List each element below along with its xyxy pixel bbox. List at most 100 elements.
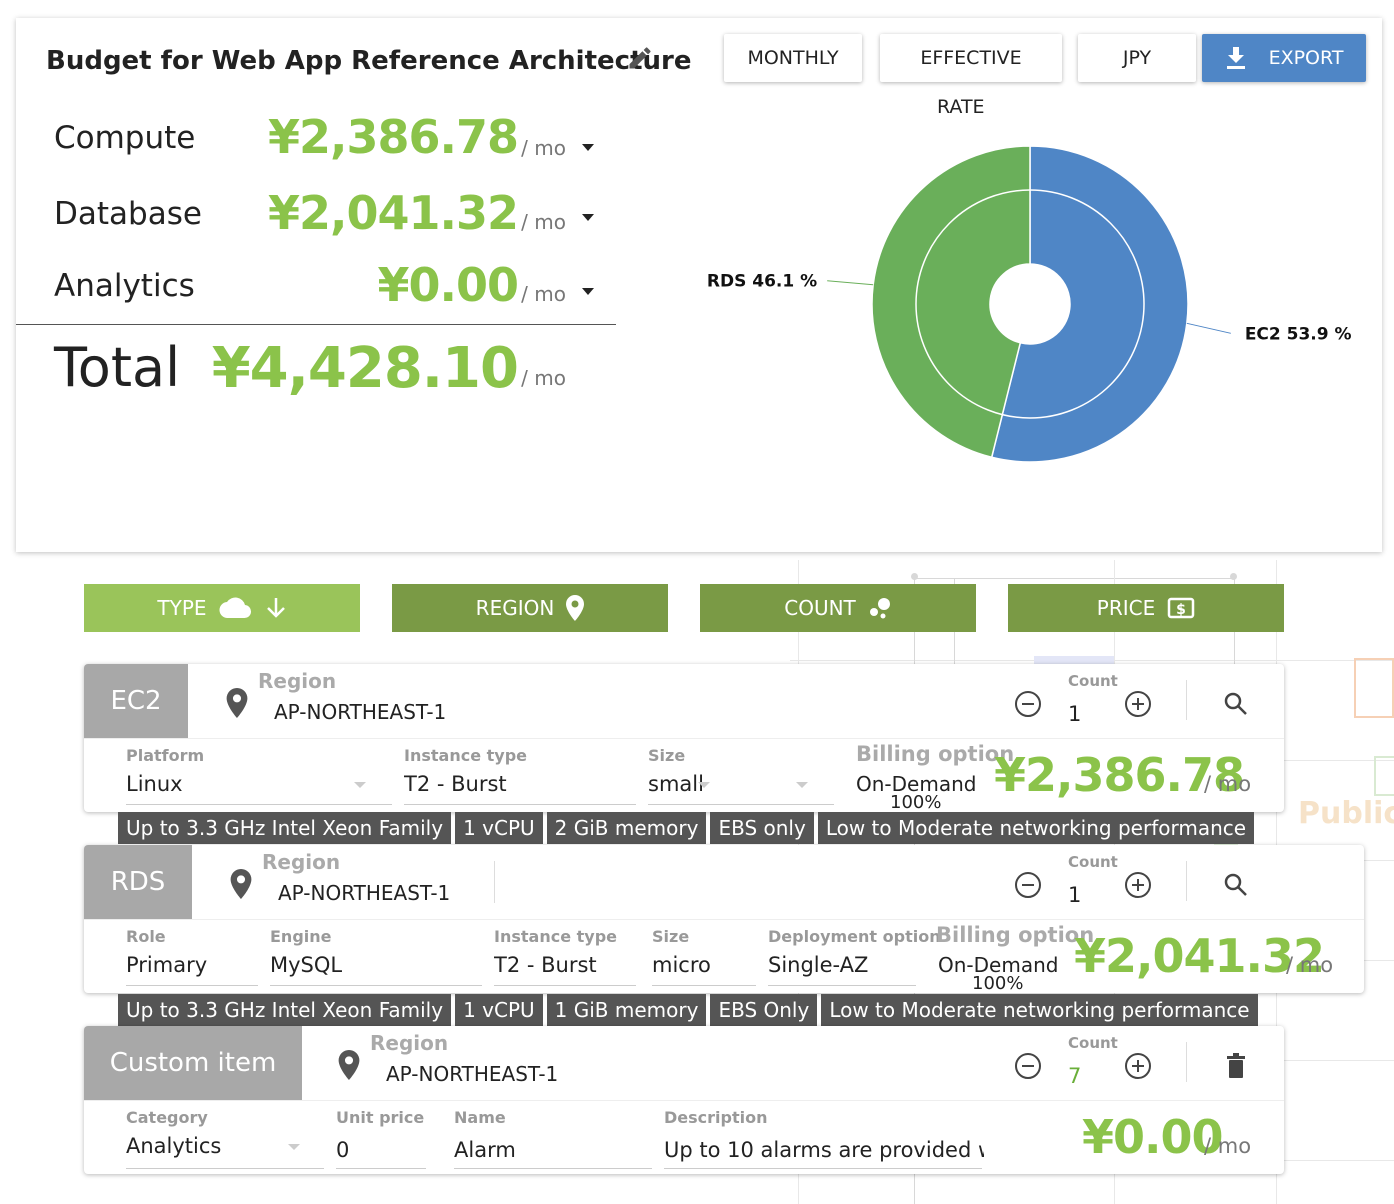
category-select[interactable]: Analytics bbox=[126, 1134, 276, 1158]
name-label: Name bbox=[454, 1108, 506, 1127]
minus-circle-icon[interactable] bbox=[1014, 690, 1042, 718]
deployment-option-select[interactable]: Single-AZ bbox=[768, 953, 908, 977]
ec2-spec-tag: 1 vCPU bbox=[455, 812, 543, 844]
custom-price-unit: / mo bbox=[1204, 1134, 1252, 1158]
ec2-price-unit: / mo bbox=[1204, 772, 1252, 796]
donut-label-ec2: EC2 53.9 % bbox=[1245, 324, 1352, 344]
engine-select[interactable]: MySQL bbox=[270, 953, 470, 977]
unit-price-input[interactable]: 0 bbox=[336, 1138, 416, 1162]
size-label: Size bbox=[648, 746, 686, 765]
donut-leader-line bbox=[1186, 322, 1231, 334]
search-icon[interactable] bbox=[1222, 871, 1250, 899]
count-value[interactable]: 7 bbox=[1068, 1064, 1081, 1088]
description-input[interactable]: Up to 10 alarms are provided wi bbox=[664, 1138, 984, 1162]
deployment-option-label: Deployment option bbox=[768, 927, 941, 946]
size-label: Size bbox=[652, 927, 690, 946]
rds-spec-tag: 1 vCPU bbox=[455, 994, 543, 1026]
platform-caret-icon bbox=[354, 782, 366, 788]
billing-label: Billing option bbox=[856, 742, 1015, 766]
billing-label: Billing option bbox=[936, 923, 1095, 947]
plus-circle-icon[interactable] bbox=[1124, 1052, 1152, 1080]
engine-label: Engine bbox=[270, 927, 332, 946]
region-select[interactable]: AP-NORTHEAST-1 bbox=[278, 881, 450, 905]
rds-item-card: RDS Region AP-NORTHEAST-1 Count 1 Role P… bbox=[84, 845, 1364, 994]
region-pin-icon bbox=[226, 688, 248, 718]
ec2-spec-tag: EBS only bbox=[710, 812, 814, 844]
ec2-spec-tag: 2 GiB memory bbox=[546, 812, 707, 844]
card-header-divider bbox=[84, 919, 1364, 920]
plus-circle-icon[interactable] bbox=[1124, 690, 1152, 718]
name-input[interactable]: Alarm bbox=[454, 1138, 634, 1162]
sort-count-label: COUNT bbox=[784, 596, 856, 620]
size-select[interactable]: micro bbox=[652, 953, 752, 977]
billing-percent: 100% bbox=[972, 973, 1024, 994]
count-value[interactable]: 1 bbox=[1068, 702, 1081, 726]
name-underline bbox=[454, 1168, 652, 1169]
size-underline bbox=[648, 804, 834, 805]
count-label: Count bbox=[1068, 1034, 1118, 1052]
plus-circle-icon[interactable] bbox=[1124, 871, 1152, 899]
category-caret-icon bbox=[288, 1144, 300, 1150]
ec2-spec-tag: Low to Moderate networking performance bbox=[817, 812, 1255, 844]
pin-icon bbox=[566, 595, 585, 621]
rds-spec-tag: EBS Only bbox=[710, 994, 818, 1026]
search-icon[interactable] bbox=[1222, 690, 1250, 718]
ec2-spec-tags: Up to 3.3 GHz Intel Xeon Family 1 vCPU 2 G… bbox=[118, 812, 1255, 844]
role-label: Role bbox=[126, 927, 166, 946]
money-icon: $ bbox=[1167, 597, 1195, 619]
background-public-label: Public bbox=[1298, 796, 1394, 831]
svg-text:$: $ bbox=[1176, 602, 1186, 618]
custom-item-tag: Custom item bbox=[84, 1026, 302, 1100]
ec2-item-card: EC2 Region AP-NORTHEAST-1 Count 1 Platfo… bbox=[84, 664, 1284, 813]
sort-count-button[interactable]: COUNT bbox=[700, 584, 976, 632]
donut-leader-line bbox=[827, 280, 874, 286]
platform-select[interactable]: Linux bbox=[126, 772, 356, 796]
sort-region-button[interactable]: REGION bbox=[392, 584, 668, 632]
ec2-tag: EC2 bbox=[84, 664, 188, 738]
sort-price-button[interactable]: PRICE $ bbox=[1008, 584, 1284, 632]
region-select[interactable]: AP-NORTHEAST-1 bbox=[386, 1062, 558, 1086]
count-value[interactable]: 1 bbox=[1068, 883, 1081, 907]
size-caret-icon-2 bbox=[796, 782, 808, 788]
custom-price: ¥0.00 bbox=[1082, 1110, 1224, 1164]
platform-underline bbox=[126, 804, 392, 805]
category-underline bbox=[126, 1168, 324, 1169]
region-label: Region bbox=[258, 669, 337, 693]
instance-type-label: Instance type bbox=[404, 746, 527, 765]
rds-spec-tag: Up to 3.3 GHz Intel Xeon Family bbox=[118, 994, 452, 1026]
header-divider bbox=[1186, 680, 1187, 720]
role-underline bbox=[126, 985, 258, 986]
unit-price-label: Unit price bbox=[336, 1108, 425, 1127]
custom-item-card: Custom item Region AP-NORTHEAST-1 Count … bbox=[84, 1026, 1284, 1174]
count-label: Count bbox=[1068, 853, 1118, 871]
billing-percent: 100% bbox=[890, 792, 942, 813]
rds-tag: RDS bbox=[84, 845, 192, 919]
instance-type-select[interactable]: T2 - Burst bbox=[494, 953, 634, 977]
role-select[interactable]: Primary bbox=[126, 953, 256, 977]
size-underline bbox=[652, 985, 756, 986]
sort-price-label: PRICE bbox=[1096, 596, 1156, 620]
instance-type-label: Instance type bbox=[494, 927, 617, 946]
region-pin-icon bbox=[230, 869, 252, 899]
minus-circle-icon[interactable] bbox=[1014, 871, 1042, 899]
instance-type-select[interactable]: T2 - Burst bbox=[404, 772, 634, 796]
sort-type-button[interactable]: TYPE bbox=[84, 584, 360, 632]
description-underline bbox=[664, 1168, 982, 1169]
trash-icon[interactable] bbox=[1222, 1052, 1250, 1080]
card-header-divider bbox=[84, 738, 1284, 739]
deployment-option-underline bbox=[768, 985, 916, 986]
donut-label-rds: RDS 46.1 % bbox=[707, 272, 817, 292]
sort-region-label: REGION bbox=[475, 596, 555, 620]
region-select[interactable]: AP-NORTHEAST-1 bbox=[274, 700, 446, 724]
engine-underline bbox=[270, 985, 482, 986]
region-label: Region bbox=[370, 1031, 449, 1055]
rds-price-unit: / mo bbox=[1286, 953, 1334, 977]
unit-price-underline bbox=[336, 1168, 426, 1169]
header-divider bbox=[1186, 861, 1187, 901]
cost-share-donut-chart: EC2 53.9 % RDS 46.1 % bbox=[707, 145, 1352, 463]
size-caret-icon bbox=[698, 782, 710, 788]
cloud-icon bbox=[219, 597, 251, 619]
instance-type-underline bbox=[404, 804, 636, 805]
header-divider bbox=[1186, 1042, 1187, 1082]
minus-circle-icon[interactable] bbox=[1014, 1052, 1042, 1080]
